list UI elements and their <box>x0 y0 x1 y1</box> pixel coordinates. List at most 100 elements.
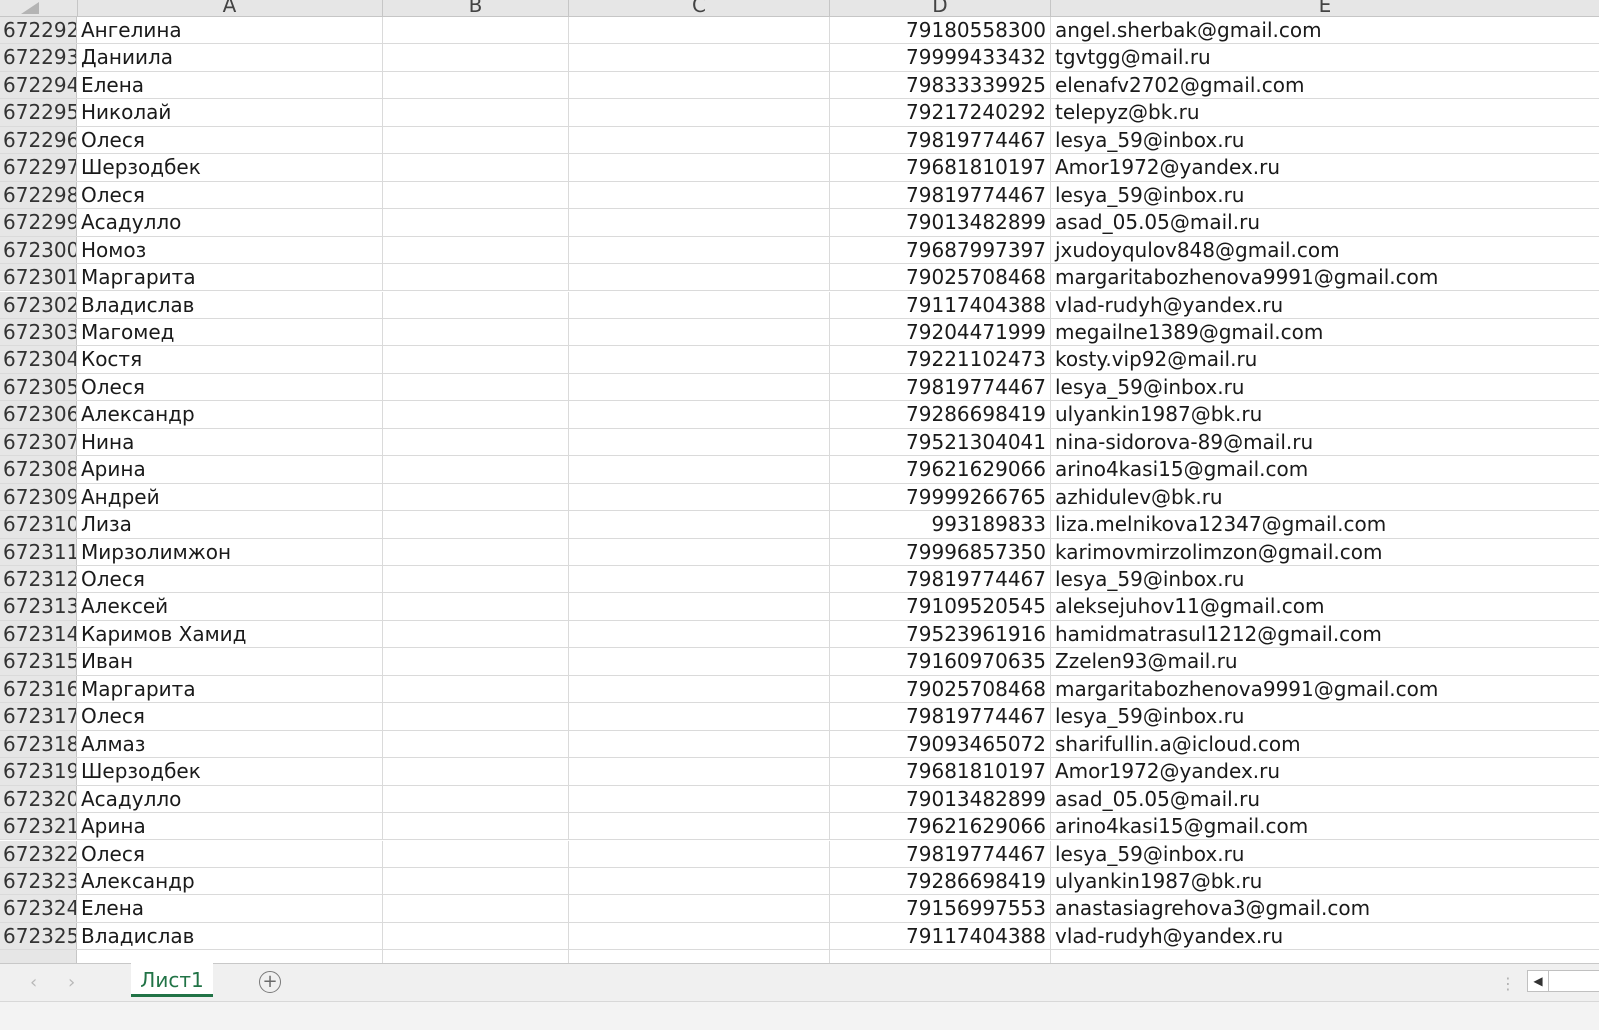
row-number[interactable]: 672308 <box>0 456 77 483</box>
cell-email[interactable]: asad_05.05@mail.ru <box>1051 209 1599 235</box>
row-number[interactable]: 672294 <box>0 71 77 99</box>
cell-name[interactable]: Александр <box>77 401 383 428</box>
column-header-c[interactable]: C <box>569 0 830 16</box>
cell-empty[interactable] <box>383 181 569 209</box>
row-number[interactable]: 672303 <box>0 318 77 346</box>
cell-email[interactable]: anastasiagrehova3@gmail.com <box>1051 895 1599 921</box>
cell-empty[interactable] <box>569 373 830 401</box>
cell-name[interactable]: Маргарита <box>77 675 383 703</box>
cell-name[interactable]: Нина <box>77 428 383 456</box>
row-number[interactable]: 672319 <box>0 758 77 785</box>
column-header-e[interactable]: E <box>1051 0 1599 16</box>
cell-phone[interactable]: 79819774467 <box>830 181 1051 209</box>
row-number[interactable]: 672304 <box>0 346 77 373</box>
cell-email[interactable]: vlad-rudyh@yandex.ru <box>1051 923 1599 949</box>
row-number[interactable]: 672324 <box>0 895 77 922</box>
cell-empty[interactable] <box>569 538 830 565</box>
cell-empty[interactable] <box>383 99 569 126</box>
row-number[interactable]: 672325 <box>0 922 77 950</box>
cell-empty[interactable] <box>383 401 569 428</box>
cell-phone[interactable]: 79999266765 <box>830 483 1051 511</box>
cell-email[interactable]: elenafv2702@gmail.com <box>1051 72 1599 98</box>
cell-email[interactable]: Amor1972@yandex.ru <box>1051 758 1599 784</box>
more-options-icon[interactable]: ⋮ <box>1500 974 1516 993</box>
cell-empty[interactable] <box>569 511 830 538</box>
cell-email[interactable]: megailne1389@gmail.com <box>1051 319 1599 345</box>
cell-empty[interactable] <box>569 209 830 236</box>
cell-email[interactable]: ulyankin1987@bk.ru <box>1051 401 1599 427</box>
row-number[interactable]: 672302 <box>0 291 77 318</box>
cell-email[interactable]: ulyankin1987@bk.ru <box>1051 868 1599 894</box>
cell-empty[interactable] <box>569 840 830 867</box>
cell-name[interactable]: Олеся <box>77 703 383 730</box>
cell-empty[interactable] <box>569 785 830 813</box>
cell-email[interactable]: telepyz@bk.ru <box>1051 99 1599 125</box>
cell-phone[interactable]: 79156997553 <box>830 895 1051 922</box>
cell-phone[interactable]: 79687997397 <box>830 236 1051 264</box>
cell-name[interactable]: Владислав <box>77 291 383 318</box>
cell-empty[interactable] <box>383 538 569 565</box>
cell-email[interactable]: jxudoyqulov848@gmail.com <box>1051 237 1599 263</box>
row-number[interactable]: 672309 <box>0 483 77 511</box>
column-header-b[interactable]: B <box>383 0 569 16</box>
cell-email[interactable]: margaritabozhenova9991@gmail.com <box>1051 264 1599 290</box>
cell-phone[interactable]: 79286698419 <box>830 867 1051 895</box>
cell-email[interactable]: asad_05.05@mail.ru <box>1051 786 1599 812</box>
row-number[interactable]: 672297 <box>0 154 77 181</box>
row-number[interactable]: 672314 <box>0 620 77 648</box>
row-number[interactable]: 672295 <box>0 99 77 126</box>
cell-phone[interactable]: 79025708468 <box>830 675 1051 703</box>
cell-phone[interactable]: 79681810197 <box>830 758 1051 785</box>
cell-empty[interactable] <box>569 401 830 428</box>
cell-email[interactable]: tgvtgg@mail.ru <box>1051 44 1599 70</box>
cell-name[interactable]: Лиза <box>77 511 383 538</box>
cell-empty[interactable] <box>383 44 569 71</box>
row-number[interactable]: 672299 <box>0 209 77 236</box>
cell-email[interactable]: kosty.vip92@mail.ru <box>1051 346 1599 372</box>
cell-email[interactable]: margaritabozhenova9991@gmail.com <box>1051 676 1599 702</box>
cell-empty[interactable] <box>383 703 569 730</box>
cell-empty[interactable] <box>569 813 830 840</box>
cell-empty[interactable] <box>569 730 830 758</box>
row-number[interactable]: 672321 <box>0 813 77 840</box>
cell-name[interactable]: Елена <box>77 71 383 99</box>
cell-email[interactable]: hamidmatrasul1212@gmail.com <box>1051 621 1599 647</box>
row-number[interactable]: 672305 <box>0 373 77 401</box>
cell-empty[interactable] <box>383 895 569 922</box>
cell-empty[interactable] <box>383 620 569 648</box>
cell-empty[interactable] <box>383 318 569 346</box>
cell-phone[interactable]: 79286698419 <box>830 401 1051 428</box>
row-number[interactable]: 672312 <box>0 566 77 593</box>
row-number[interactable]: 672293 <box>0 44 77 71</box>
cell-empty[interactable] <box>569 71 830 99</box>
cell-empty[interactable] <box>569 648 830 675</box>
cell-empty[interactable] <box>383 154 569 181</box>
cell-name[interactable]: Магомед <box>77 318 383 346</box>
cell-email[interactable]: karimovmirzolimzon@gmail.com <box>1051 539 1599 565</box>
cell-empty[interactable] <box>569 181 830 209</box>
cell-empty[interactable] <box>383 511 569 538</box>
row-number[interactable]: 672301 <box>0 264 77 291</box>
cell-phone[interactable]: 79013482899 <box>830 785 1051 813</box>
cell-name[interactable]: Иван <box>77 648 383 675</box>
cell-empty[interactable] <box>383 648 569 675</box>
cell-name[interactable]: Николай <box>77 99 383 126</box>
cell-empty[interactable] <box>569 456 830 483</box>
cell-name[interactable]: Владислав <box>77 922 383 950</box>
cell-name[interactable]: Арина <box>77 456 383 483</box>
cell-email[interactable]: Zzelen93@mail.ru <box>1051 648 1599 674</box>
cell-empty[interactable] <box>569 17 830 44</box>
cell-name[interactable]: Олеся <box>77 373 383 401</box>
row-number[interactable]: 672313 <box>0 593 77 620</box>
cell-empty[interactable] <box>569 346 830 373</box>
row-number[interactable]: 672317 <box>0 703 77 730</box>
cell-phone[interactable]: 79621629066 <box>830 813 1051 840</box>
row-number[interactable]: 672300 <box>0 236 77 264</box>
cell-name[interactable]: Шерзодбек <box>77 758 383 785</box>
cell-email[interactable]: lesya_59@inbox.ru <box>1051 703 1599 729</box>
cell-phone[interactable]: 79996857350 <box>830 538 1051 565</box>
cell-empty[interactable] <box>569 895 830 922</box>
cell-phone[interactable]: 79621629066 <box>830 456 1051 483</box>
cell-name[interactable]: Андрей <box>77 483 383 511</box>
cell-empty[interactable] <box>383 428 569 456</box>
